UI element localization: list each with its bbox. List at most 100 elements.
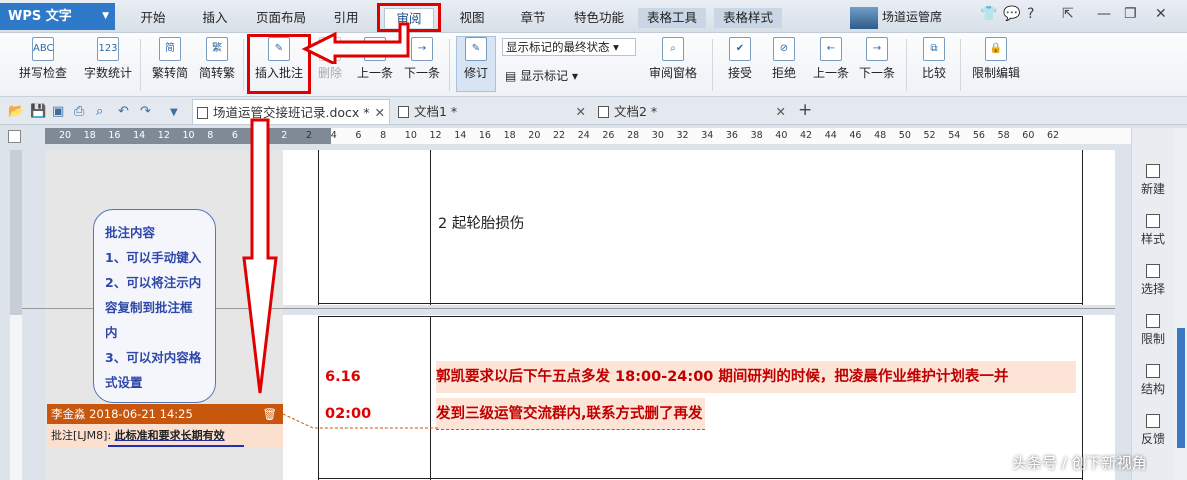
spell-check-button[interactable]: ABC 拼写检查 (12, 37, 74, 93)
scrollbar-thumb[interactable] (1177, 328, 1185, 448)
tab-chapter[interactable]: 章节 (513, 8, 553, 28)
table-border (318, 316, 319, 480)
tab-home[interactable]: 开始 (133, 8, 173, 28)
structure-icon (1146, 364, 1160, 378)
ruler-tick-label: 44 (824, 130, 837, 141)
accept-label: 接受 (727, 66, 752, 80)
word-count-button[interactable]: 123 字数统计 (82, 37, 134, 93)
page-break (283, 305, 1115, 315)
simp-to-trad-button[interactable]: 繁简转繁 (196, 37, 238, 93)
ruler-tick-label: 6 (231, 130, 238, 141)
prev2-label: 上一条 (812, 66, 849, 80)
sidebar-select-button[interactable]: 选择 (1131, 264, 1175, 297)
document-icon (197, 107, 208, 119)
commented-text-line-1[interactable]: 郭凯要求以后下午五点多发 18:00-24:00 期间研判的时候，把凌晨作业维护… (436, 361, 1076, 393)
ruler-tick-label: 10 (404, 130, 417, 141)
annotation-line: 内 (105, 325, 118, 340)
comment-underline-mark (108, 445, 244, 447)
tab-document-2[interactable]: 文档2 * ✕ (594, 99, 790, 124)
ruler-tick-label: 58 (997, 130, 1010, 141)
compare-button[interactable]: ⧉ 比较 (914, 37, 954, 93)
tab-view[interactable]: 视图 (452, 8, 492, 28)
delete-label: 删除 (317, 66, 342, 80)
prev-label: 上一条 (356, 66, 393, 80)
ruler-tick-label: 56 (972, 130, 985, 141)
tab-label: 场道运管交接班记录.docx * (213, 105, 370, 120)
table-cell-date[interactable]: 6.16 (325, 369, 361, 385)
close-icon[interactable]: ✕ (576, 99, 586, 124)
review-pane-button[interactable]: ⌕ 审阅窗格 (642, 37, 704, 93)
horizontal-ruler[interactable]: 2018161412108642246810121416182022242628… (45, 128, 1159, 144)
ruler-tick-label: 14 (133, 130, 146, 141)
close-icon[interactable]: ✕ (375, 100, 385, 125)
ruler-tick-label: 38 (750, 130, 763, 141)
fan-icon: 繁 (206, 37, 228, 61)
ruler-tick-label: 28 (627, 130, 640, 141)
restore-icon[interactable]: ❐ (1124, 6, 1137, 22)
ruler-toggle[interactable] (8, 130, 21, 143)
tab-insert[interactable]: 插入 (195, 8, 235, 28)
track-changes-button[interactable]: ✎ 修订 (456, 37, 496, 93)
prev-change-button[interactable]: ← 上一条 (810, 37, 852, 93)
ruler-tick-label: 2 (281, 130, 288, 141)
tab-document-1[interactable]: 文档1 * ✕ (394, 99, 590, 124)
trad-to-simp-button[interactable]: 简繁转简 (148, 37, 192, 93)
spell-label: 拼写检查 (18, 66, 67, 80)
tab-label: 文档1 * (414, 104, 458, 119)
redo-icon[interactable]: ↷ (140, 104, 151, 119)
restrict-edit-button[interactable]: 🔒 限制编辑 (968, 37, 1024, 93)
sidebar-new-button[interactable]: 新建 (1131, 164, 1175, 197)
arrow-right-icon: → (866, 37, 888, 61)
reject-button[interactable]: ⊘ 拒绝 (764, 37, 804, 93)
check-icon: ✔ (729, 37, 751, 61)
comment-header[interactable]: 李金淼 2018-06-21 14:25 🗑 (47, 404, 283, 424)
markup-state-value: 显示标记的最终状态 (506, 40, 610, 54)
chat-icon[interactable]: 💬 (1003, 6, 1020, 22)
vertical-scrollbar[interactable] (1175, 128, 1187, 480)
trad-label: 繁转简 (151, 66, 188, 80)
chevron-down-icon[interactable]: ▼ (170, 107, 178, 118)
print-icon[interactable]: ⎙ (74, 104, 84, 119)
trash-icon[interactable]: 🗑 (262, 404, 277, 424)
tab-label: 文档2 * (614, 104, 658, 119)
sidebar-structure-button[interactable]: 结构 (1131, 364, 1175, 397)
sidebar-feedback-button[interactable]: 反馈 (1131, 414, 1175, 447)
minimize-icon[interactable]: — (1097, 6, 1111, 22)
jian-icon: 简 (159, 37, 181, 61)
close-icon[interactable]: ✕ (776, 99, 786, 124)
accept-button[interactable]: ✔ 接受 (720, 37, 760, 93)
ruler-tick-label: 12 (157, 130, 170, 141)
open-icon[interactable]: 📂 (8, 104, 24, 119)
red-arrow-down (242, 118, 278, 394)
user-profile[interactable]: 场道运管席 (850, 4, 970, 30)
shirt-icon[interactable]: 👕 (980, 6, 997, 22)
next-change-button[interactable]: → 下一条 (856, 37, 898, 93)
tab-features[interactable]: 特色功能 (570, 8, 628, 28)
vertical-ruler[interactable] (10, 150, 22, 480)
pdf-icon[interactable]: ▣ (52, 104, 64, 119)
sidebar-restrict-button[interactable]: 限制 (1131, 314, 1175, 347)
show-markup-button[interactable]: ▤ 显示标记 ▾ (505, 67, 578, 84)
ruler-tick-label: 26 (602, 130, 615, 141)
close-icon[interactable]: ✕ (1155, 6, 1167, 22)
table-border (1082, 150, 1083, 305)
commented-text-line-2[interactable]: 发到三级运管交流群内,联系方式删了再发 (436, 398, 705, 430)
table-cell-text[interactable]: 2 起轮胎损伤 (438, 212, 524, 233)
table-border (318, 316, 1083, 317)
tab-table-style[interactable]: 表格样式 (714, 8, 782, 28)
tab-document-active[interactable]: 场道运管交接班记录.docx * ✕ (192, 99, 390, 124)
fullscreen-icon[interactable]: ⇱ (1062, 6, 1074, 22)
table-border (318, 303, 1083, 304)
preview-icon[interactable]: ⌕ (96, 104, 103, 119)
new-tab-icon[interactable]: + (798, 100, 812, 120)
markup-state-select[interactable]: 显示标记的最终状态 ▾ (502, 38, 636, 56)
tab-table-tools[interactable]: 表格工具 (638, 8, 706, 28)
ruler-tick-label: 62 (1047, 130, 1060, 141)
sidebar-style-button[interactable]: 样式 (1131, 214, 1175, 247)
comment-text[interactable]: 此标准和要求长期有效 (115, 429, 225, 442)
ruler-tick-label: 48 (874, 130, 887, 141)
help-icon[interactable]: ? (1027, 6, 1034, 22)
wps-app-button[interactable]: WPS 文字 ▼ (0, 3, 115, 30)
save-icon[interactable]: 💾 (30, 104, 46, 119)
undo-icon[interactable]: ↶ (118, 104, 129, 119)
